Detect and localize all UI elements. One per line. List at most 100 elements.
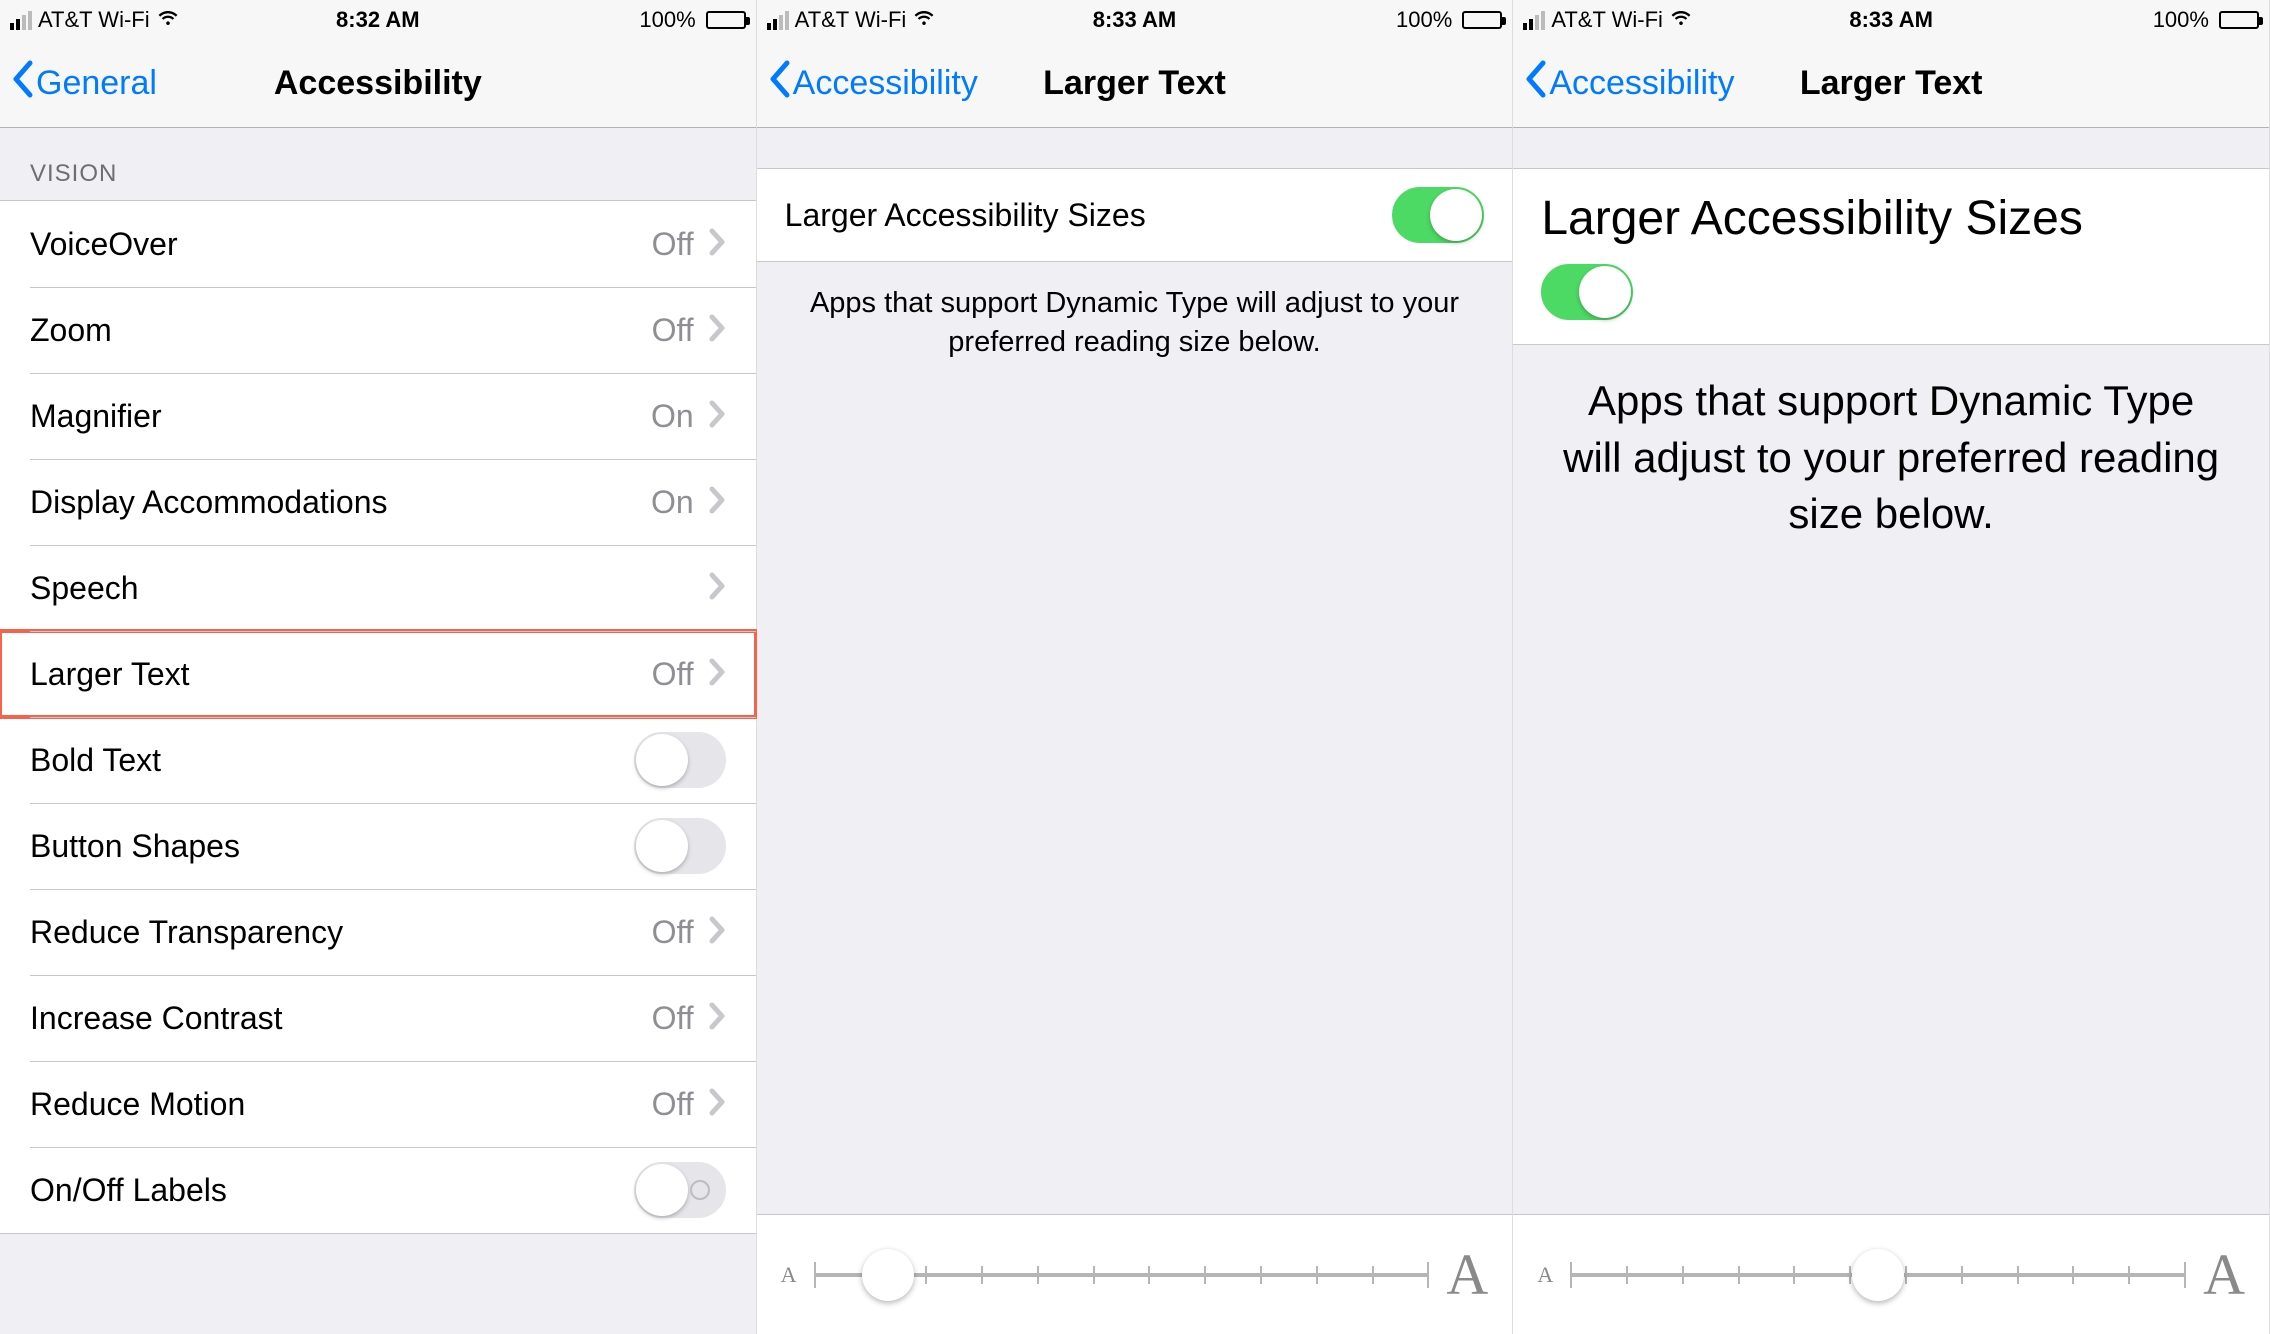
chevron-right-icon <box>708 571 726 606</box>
row-label: Reduce Motion <box>30 1086 245 1123</box>
back-label: Accessibility <box>1549 64 1734 103</box>
chevron-right-icon <box>708 485 726 520</box>
row-label: Display Accommodations <box>30 484 387 521</box>
row-label: Zoom <box>30 312 112 349</box>
wifi-icon <box>1669 5 1693 35</box>
row-larger-text[interactable]: Larger Text Off <box>0 631 756 717</box>
back-button[interactable]: Accessibility <box>757 59 978 108</box>
toggle-bold-text[interactable] <box>634 732 726 788</box>
row-onoff-labels: On/Off Labels <box>0 1147 756 1233</box>
toggle-larger-sizes[interactable] <box>1541 264 1633 320</box>
text-size-slider[interactable] <box>1571 1245 2185 1305</box>
screen-accessibility: AT&T Wi-Fi 8:32 AM 100% General Accessib… <box>0 0 757 1334</box>
row-label: Button Shapes <box>30 828 240 865</box>
row-increase-contrast[interactable]: Increase Contrast Off <box>0 975 756 1061</box>
chevron-right-icon <box>708 313 726 348</box>
a-large-icon: A <box>1446 1241 1488 1308</box>
battery-icon <box>706 11 746 29</box>
row-display-accommodations[interactable]: Display Accommodations On <box>0 459 756 545</box>
row-value: Off <box>652 226 694 263</box>
a-small-icon: A <box>1537 1262 1553 1288</box>
chevron-left-icon <box>1523 59 1549 108</box>
back-label: Accessibility <box>793 64 978 103</box>
status-bar: AT&T Wi-Fi 8:32 AM 100% <box>0 0 756 40</box>
footer-text: Apps that support Dynamic Type will adju… <box>1513 345 2269 571</box>
carrier-label: AT&T Wi-Fi <box>795 7 907 33</box>
row-label: Speech <box>30 570 139 607</box>
chevron-right-icon <box>708 1087 726 1122</box>
row-value: Off <box>652 312 694 349</box>
chevron-right-icon <box>708 657 726 692</box>
row-value: Off <box>652 1000 694 1037</box>
toggle-larger-sizes[interactable] <box>1392 187 1484 243</box>
screen-larger-text: AT&T Wi-Fi 8:33 AM 100% Accessibility La… <box>757 0 1514 1334</box>
chevron-right-icon <box>708 915 726 950</box>
chevron-left-icon <box>10 59 36 108</box>
status-bar: AT&T Wi-Fi 8:33 AM 100% <box>757 0 1513 40</box>
battery-pct: 100% <box>639 7 695 33</box>
footer-text: Apps that support Dynamic Type will adju… <box>757 262 1513 384</box>
row-value: Off <box>652 1086 694 1123</box>
toggle-label: Larger Accessibility Sizes <box>785 197 1146 234</box>
row-label: Larger Text <box>30 656 190 693</box>
row-speech[interactable]: Speech <box>0 545 756 631</box>
row-reduce-transparency[interactable]: Reduce Transparency Off <box>0 889 756 975</box>
toggle-label: Larger Accessibility Sizes <box>1541 191 2083 246</box>
row-label: Magnifier <box>30 398 162 435</box>
status-bar: AT&T Wi-Fi 8:33 AM 100% <box>1513 0 2269 40</box>
status-time: 8:33 AM <box>1769 7 2014 33</box>
carrier-label: AT&T Wi-Fi <box>1551 7 1663 33</box>
text-size-slider-area: A A <box>1513 1214 2269 1334</box>
nav-bar: Accessibility Larger Text <box>757 40 1513 128</box>
text-size-slider[interactable] <box>815 1245 1429 1305</box>
row-larger-sizes: Larger Accessibility Sizes <box>757 169 1513 261</box>
chevron-right-icon <box>708 1001 726 1036</box>
screen-larger-text-scaled: AT&T Wi-Fi 8:33 AM 100% Accessibility La… <box>1513 0 2270 1334</box>
nav-bar: General Accessibility <box>0 40 756 128</box>
row-value: Off <box>652 656 694 693</box>
row-label: Increase Contrast <box>30 1000 283 1037</box>
row-zoom[interactable]: Zoom Off <box>0 287 756 373</box>
toggle-button-shapes[interactable] <box>634 818 726 874</box>
row-voiceover[interactable]: VoiceOver Off <box>0 201 756 287</box>
row-larger-sizes: Larger Accessibility Sizes <box>1513 169 2269 344</box>
settings-list: VoiceOver Off Zoom Off Magnifier On Disp… <box>0 200 756 1234</box>
signal-icon <box>767 11 789 30</box>
chevron-left-icon <box>767 59 793 108</box>
wifi-icon <box>912 5 936 35</box>
row-value: Off <box>652 914 694 951</box>
a-small-icon: A <box>781 1262 797 1288</box>
row-reduce-motion[interactable]: Reduce Motion Off <box>0 1061 756 1147</box>
section-header-vision: Vision <box>0 128 756 200</box>
status-time: 8:33 AM <box>1012 7 1257 33</box>
status-time: 8:32 AM <box>255 7 500 33</box>
slider-knob[interactable] <box>1852 1249 1904 1301</box>
battery-icon <box>1462 11 1502 29</box>
slider-knob[interactable] <box>862 1249 914 1301</box>
battery-icon <box>2219 11 2259 29</box>
row-magnifier[interactable]: Magnifier On <box>0 373 756 459</box>
battery-pct: 100% <box>2153 7 2209 33</box>
text-size-slider-area: A A <box>757 1214 1513 1334</box>
row-value: On <box>651 484 694 521</box>
signal-icon <box>10 11 32 30</box>
wifi-icon <box>156 5 180 35</box>
battery-pct: 100% <box>1396 7 1452 33</box>
back-button[interactable]: Accessibility <box>1513 59 1734 108</box>
chevron-right-icon <box>708 399 726 434</box>
row-button-shapes: Button Shapes <box>0 803 756 889</box>
carrier-label: AT&T Wi-Fi <box>38 7 150 33</box>
a-large-icon: A <box>2203 1241 2245 1308</box>
row-label: Bold Text <box>30 742 161 779</box>
chevron-right-icon <box>708 227 726 262</box>
row-label: Reduce Transparency <box>30 914 343 951</box>
back-label: General <box>36 64 157 103</box>
toggle-onoff-labels[interactable] <box>634 1162 726 1218</box>
signal-icon <box>1523 11 1545 30</box>
back-button[interactable]: General <box>0 59 157 108</box>
toggle-group: Larger Accessibility Sizes <box>1513 168 2269 345</box>
nav-bar: Accessibility Larger Text <box>1513 40 2269 128</box>
row-label: On/Off Labels <box>30 1172 227 1209</box>
toggle-group: Larger Accessibility Sizes <box>757 168 1513 262</box>
row-bold-text: Bold Text <box>0 717 756 803</box>
